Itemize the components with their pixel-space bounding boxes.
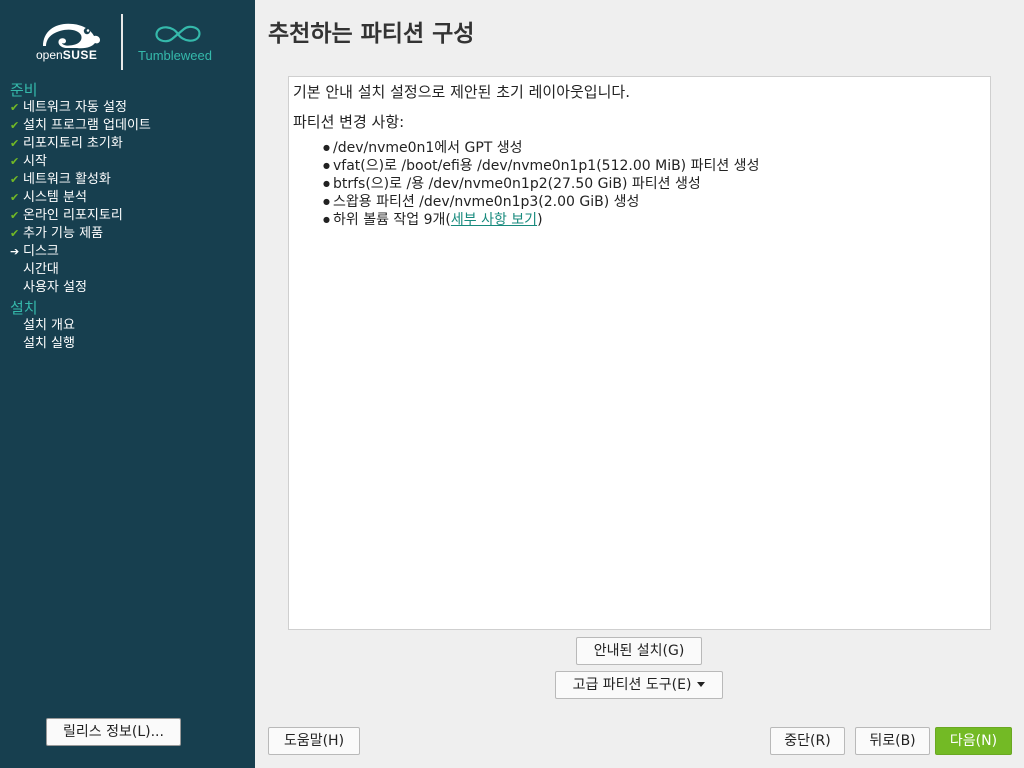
- sidebar: openSUSE Tumbleweed 준비 ✔ 네트워크 자동 설정 ✔ 설치 프로그…: [0, 0, 255, 768]
- step-item: ✔ 추가 기능 제품: [10, 225, 103, 243]
- step-item: 시간대: [10, 261, 59, 279]
- abort-button[interactable]: 중단(R): [770, 727, 845, 755]
- section-title: 준비: [10, 81, 38, 99]
- chameleon-icon: [43, 23, 100, 49]
- guided-setup-button[interactable]: 안내된 설치(G): [576, 637, 702, 665]
- step-label: 시간대: [23, 262, 59, 277]
- check-icon: ✔: [10, 137, 20, 150]
- step-label: 네트워크 활성화: [23, 172, 111, 187]
- proposal-panel: 기본 안내 설치 설정으로 제안된 초기 레이아웃입니다. 파티션 변경 사항:…: [288, 76, 991, 630]
- step-label: 설치 개요: [23, 318, 75, 333]
- check-icon: ✔: [10, 209, 20, 222]
- product-name: Tumbleweed: [138, 48, 212, 63]
- back-button[interactable]: 뒤로(B): [855, 727, 930, 755]
- step-item: 설치 개요: [10, 317, 75, 335]
- intro-text: 기본 안내 설치 설정으로 제안된 초기 레이아웃입니다.: [293, 83, 630, 101]
- change-item: btrfs(으)로 /용 /dev/nvme0n1p2(27.50 GiB) 파…: [323, 175, 759, 193]
- check-icon: ✔: [10, 173, 20, 186]
- step-label: 설치 실행: [23, 336, 75, 351]
- step-item: ✔ 온라인 리포지토리: [10, 207, 123, 225]
- arrow-right-icon: ➔: [10, 245, 20, 258]
- check-icon: ✔: [10, 155, 20, 168]
- step-label: 디스크: [23, 244, 59, 259]
- expert-partitioner-button[interactable]: 고급 파티션 도구(E): [555, 671, 723, 699]
- changes-list: /dev/nvme0n1에서 GPT 생성 vfat(으)로 /boot/efi…: [323, 139, 759, 229]
- step-label: 리포지토리 초기화: [23, 136, 123, 151]
- check-icon: ✔: [10, 119, 20, 132]
- step-item: 사용자 설정: [10, 279, 87, 297]
- infinity-icon: [155, 25, 201, 43]
- step-item: ✔ 설치 프로그램 업데이트: [10, 117, 151, 135]
- step-item: ✔ 리포지토리 초기화: [10, 135, 123, 153]
- change-item: vfat(으)로 /boot/efi용 /dev/nvme0n1p1(512.0…: [323, 157, 759, 175]
- step-label: 온라인 리포지토리: [23, 208, 123, 223]
- step-item: 설치 실행: [10, 335, 75, 353]
- step-item: ✔ 시스템 분석: [10, 189, 87, 207]
- step-label: 시작: [23, 154, 47, 169]
- opensuse-wordmark: openSUSE: [36, 48, 98, 62]
- step-item: ✔ 네트워크 활성화: [10, 171, 111, 189]
- change-item: /dev/nvme0n1에서 GPT 생성: [323, 139, 759, 157]
- next-button[interactable]: 다음(N): [935, 727, 1012, 755]
- change-item: 스왑용 파티션 /dev/nvme0n1p3(2.00 GiB) 생성: [323, 193, 759, 211]
- step-label: 추가 기능 제품: [23, 226, 104, 241]
- check-icon: ✔: [10, 101, 20, 114]
- page-title: 추천하는 파티션 구성: [268, 21, 475, 47]
- help-button[interactable]: 도움말(H): [268, 727, 360, 755]
- step-label: 시스템 분석: [23, 190, 87, 205]
- changes-header: 파티션 변경 사항:: [293, 113, 405, 131]
- dropdown-caret-icon: [697, 681, 706, 687]
- check-icon: ✔: [10, 227, 20, 240]
- logo: openSUSE Tumbleweed: [0, 0, 255, 80]
- details-link[interactable]: 세부 사항 보기: [451, 212, 537, 228]
- step-label: 설치 프로그램 업데이트: [23, 118, 151, 133]
- step-item: ✔ 시작: [10, 153, 47, 171]
- step-label: 네트워크 자동 설정: [23, 100, 127, 115]
- check-icon: ✔: [10, 191, 20, 204]
- step-item: ✔ 네트워크 자동 설정: [10, 99, 127, 117]
- step-label: 사용자 설정: [23, 280, 87, 295]
- step-item: ➔ 디스크: [10, 243, 59, 261]
- release-notes-button[interactable]: 릴리스 정보(L)...: [46, 718, 181, 746]
- logo-divider: [121, 14, 123, 70]
- change-item-subvolumes: 하위 볼륨 작업 9개(세부 사항 보기): [323, 211, 759, 229]
- section-title: 설치: [10, 299, 38, 317]
